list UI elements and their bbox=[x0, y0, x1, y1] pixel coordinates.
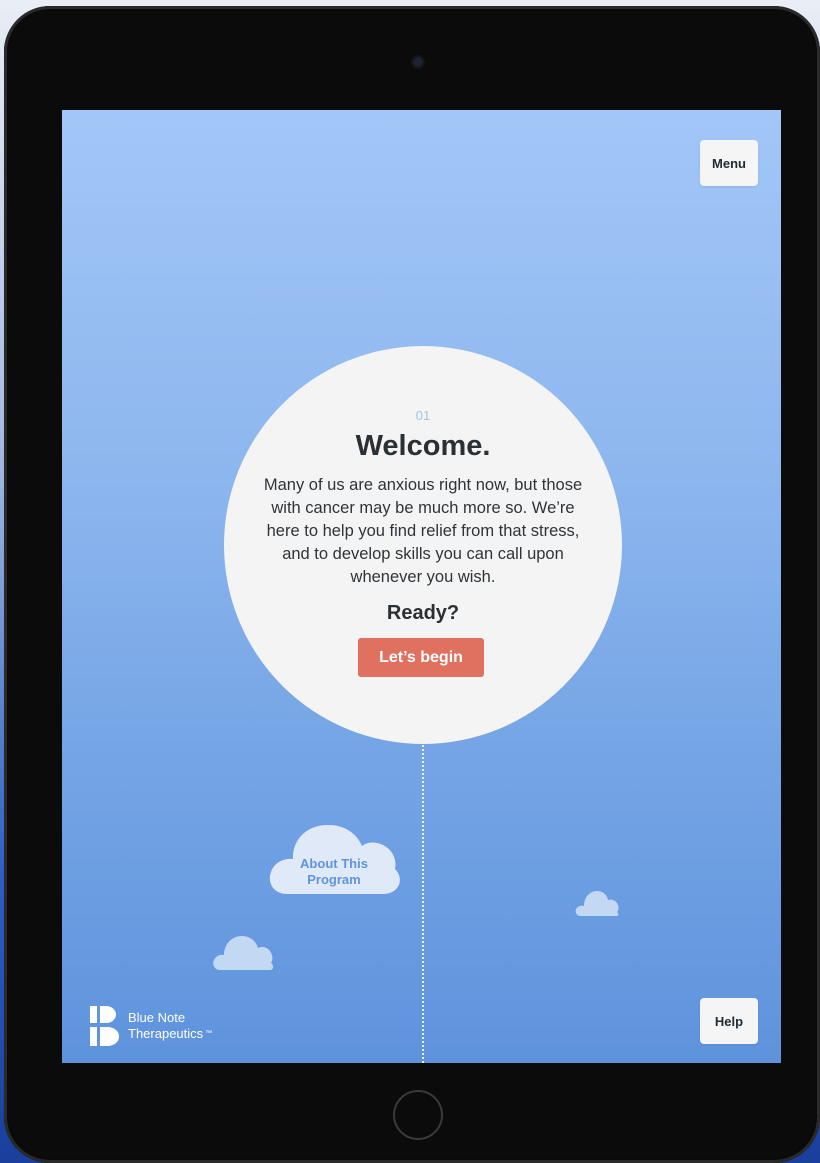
tablet-frame: Menu 01 Welcome. Many of us are anxious … bbox=[4, 6, 820, 1163]
brand-name-line2: Therapeutics ™ bbox=[128, 1026, 212, 1042]
brand: Blue Note Therapeutics ™ bbox=[90, 1006, 212, 1046]
app-screen: Menu 01 Welcome. Many of us are anxious … bbox=[62, 110, 781, 1063]
lets-begin-button[interactable]: Let’s begin bbox=[358, 638, 484, 677]
about-label-line2: Program bbox=[307, 872, 361, 887]
welcome-description: Many of us are anxious right now, but th… bbox=[263, 476, 583, 586]
camera-icon bbox=[413, 57, 423, 67]
step-number: 01 bbox=[415, 408, 431, 423]
blue-note-logo-icon bbox=[90, 1006, 119, 1046]
help-button[interactable]: Help bbox=[700, 998, 758, 1044]
brand-name-text: Therapeutics bbox=[128, 1026, 204, 1041]
welcome-card: 01 Welcome. Many of us are anxious right… bbox=[224, 346, 622, 744]
timeline-path bbox=[422, 710, 424, 1063]
brand-name: Blue Note Therapeutics ™ bbox=[128, 1010, 212, 1042]
about-program-cloud-button[interactable]: About This Program bbox=[267, 816, 401, 896]
welcome-title: Welcome. bbox=[355, 430, 491, 462]
cloud-icon bbox=[213, 936, 274, 970]
trademark-symbol: ™ bbox=[205, 1030, 213, 1037]
home-button-icon[interactable] bbox=[393, 1090, 443, 1140]
menu-button[interactable]: Menu bbox=[700, 140, 758, 186]
brand-name-line1: Blue Note bbox=[128, 1010, 186, 1025]
ready-heading: Ready? bbox=[386, 602, 460, 624]
about-label-line1: About This bbox=[300, 856, 368, 871]
about-program-label: About This Program bbox=[267, 856, 401, 888]
cloud-icon bbox=[575, 891, 619, 916]
